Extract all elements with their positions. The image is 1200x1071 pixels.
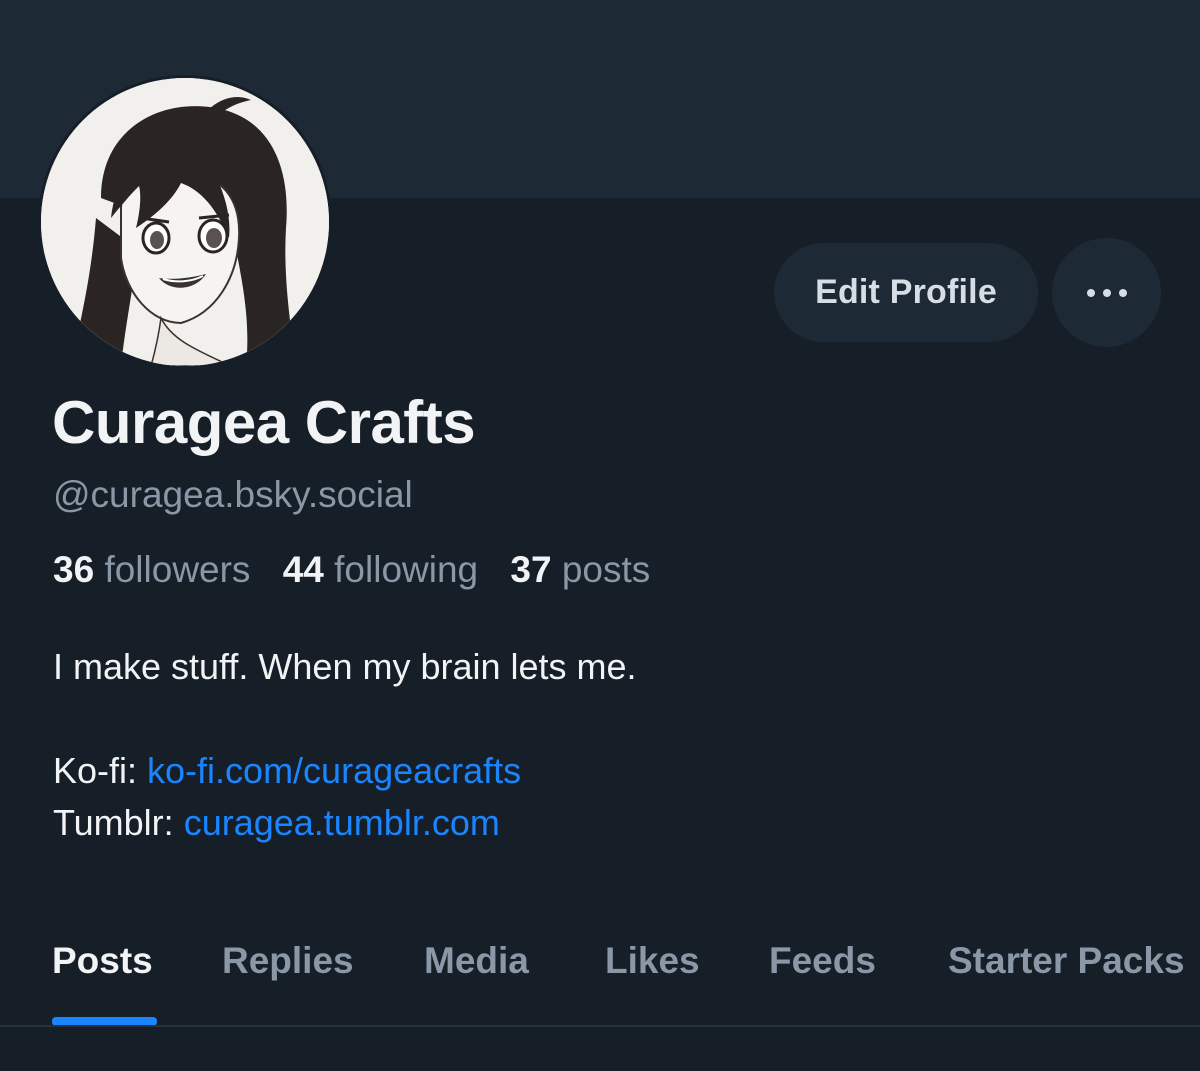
profile-stats: 36 followers 44 following 37 posts: [53, 549, 672, 591]
bio-line: I make stuff. When my brain lets me.: [53, 646, 637, 687]
profile-handle: @curagea.bsky.social: [53, 474, 413, 515]
tab-media[interactable]: Media: [424, 940, 529, 982]
avatar[interactable]: [38, 75, 332, 369]
tab-posts[interactable]: Posts: [52, 940, 153, 982]
following-label: following: [334, 549, 479, 590]
kofi-link[interactable]: ko-fi.com/curageacrafts: [147, 750, 521, 791]
more-options-button[interactable]: [1052, 238, 1161, 347]
following-count: 44: [282, 549, 324, 590]
profile-bio: I make stuff. When my brain lets me. Ko-…: [53, 641, 637, 849]
profile-page: Edit Profile Curagea Crafts @curagea.bsk…: [0, 0, 1200, 1071]
profile-tabs: Posts Replies Media Likes Feeds Starter …: [0, 930, 1200, 1026]
posts-count: 37: [510, 549, 552, 590]
display-name: Curagea Crafts: [52, 389, 476, 456]
anime-girl-portrait-icon: [41, 78, 329, 366]
avatar-image: [41, 78, 329, 366]
kofi-label: Ko-fi:: [53, 750, 148, 791]
tab-starter-packs[interactable]: Starter Packs: [948, 940, 1185, 982]
ellipsis-icon: [1086, 288, 1095, 297]
tab-likes[interactable]: Likes: [605, 940, 700, 982]
tumblr-label: Tumblr:: [53, 802, 184, 843]
posts-stat: 37 posts: [510, 549, 650, 590]
tab-feeds[interactable]: Feeds: [769, 940, 876, 982]
ellipsis-icon: [1102, 288, 1111, 297]
tumblr-link[interactable]: curagea.tumblr.com: [184, 802, 500, 843]
bio-spacer: [53, 693, 637, 745]
followers-stat[interactable]: 36 followers: [53, 549, 250, 590]
edit-profile-button[interactable]: Edit Profile: [774, 243, 1038, 342]
tabs-divider: [0, 1025, 1200, 1027]
posts-label: posts: [561, 549, 651, 590]
bio-tumblr-line: Tumblr: curagea.tumblr.com: [53, 797, 637, 849]
bio-kofi-line: Ko-fi: ko-fi.com/curageacrafts: [53, 745, 637, 797]
tab-replies[interactable]: Replies: [222, 940, 354, 982]
followers-label: followers: [104, 549, 251, 590]
ellipsis-icon: [1118, 288, 1127, 297]
following-stat[interactable]: 44 following: [283, 549, 478, 590]
followers-count: 36: [53, 549, 95, 590]
